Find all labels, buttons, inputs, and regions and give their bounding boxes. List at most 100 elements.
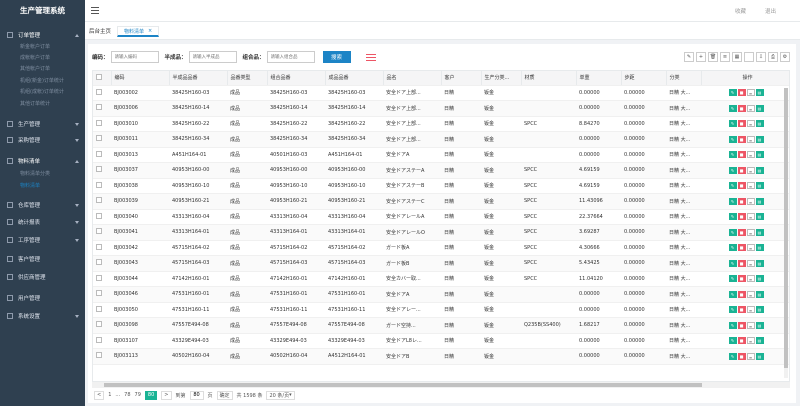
column-header[interactable]: 单重 (576, 71, 622, 86)
next-page-button[interactable]: > (161, 390, 172, 400)
table-row[interactable]: BJ003050 47531H160-11 成品 47531H160-11 47531H… (93, 302, 789, 318)
close-icon[interactable]: × (148, 28, 152, 34)
row-edit-icon[interactable]: ✎ (728, 244, 737, 252)
tab-home[interactable]: 后台主页 (89, 27, 111, 35)
sidebar-subitem[interactable]: 机组(新金)订单统计 (0, 75, 85, 86)
row-checkbox-cell[interactable] (93, 240, 111, 256)
column-header[interactable]: 客户 (441, 71, 482, 86)
row-delete-icon[interactable]: ■ (737, 290, 746, 298)
column-header[interactable]: 品番类型 (227, 71, 268, 86)
row-detail-icon[interactable]: ≡ (746, 228, 755, 236)
page-1[interactable]: 1 (108, 392, 111, 398)
row-edit-icon[interactable]: ✎ (728, 337, 737, 345)
row-edit-icon[interactable]: ✎ (728, 104, 737, 112)
row-detail-icon[interactable]: ≡ (746, 275, 755, 283)
sidebar-subitem[interactable]: 成帐帐户订单 (0, 52, 85, 63)
column-header[interactable]: 组合品番 (267, 71, 326, 86)
goto-page-input[interactable] (189, 390, 204, 400)
column-header[interactable]: 分类 (666, 71, 702, 86)
table-row[interactable]: BJ003040 43313H160-04 成品 43313H160-04 43313H… (93, 209, 789, 225)
table-row[interactable]: BJ003039 40953H160-21 成品 40953H160-21 40953H… (93, 193, 789, 210)
row-delete-icon[interactable]: ■ (737, 337, 746, 345)
row-detail-icon[interactable]: ≡ (746, 151, 755, 159)
delete-icon[interactable]: 🗑 (708, 52, 718, 62)
sidebar-subitem[interactable]: 物料清单 (0, 180, 85, 191)
row-checkbox[interactable] (96, 166, 102, 173)
sidebar-subitem[interactable]: 其他订单统计 (0, 98, 85, 109)
column-header[interactable]: 生产分类... (481, 71, 522, 86)
columns-icon[interactable]: ▦ (732, 52, 742, 62)
column-header[interactable]: 操作 (701, 71, 789, 86)
row-copy-icon[interactable]: ▤ (755, 166, 764, 174)
sidebar-subitem[interactable]: 物料清单分类 (0, 168, 85, 179)
table-row[interactable]: BJ003042 45715H164-02 成品 45715H164-02 45715H… (93, 240, 789, 256)
row-checkbox[interactable] (96, 197, 102, 204)
row-checkbox-cell[interactable] (93, 193, 111, 210)
row-delete-icon[interactable]: ■ (737, 352, 746, 360)
column-header[interactable]: 成品品番 (325, 71, 384, 86)
sidebar-subitem[interactable]: 机组(成帐)订单统计 (0, 86, 85, 97)
sidebar-item[interactable]: 系统设置 (0, 310, 85, 322)
row-detail-icon[interactable]: ≡ (746, 259, 755, 267)
table-row[interactable]: BJ003098 47557E494-08 成品 47557E494-08 47557E… (93, 317, 789, 334)
row-edit-icon[interactable]: ✎ (728, 352, 737, 360)
row-checkbox[interactable] (96, 135, 102, 142)
vertical-scrollbar[interactable] (784, 88, 788, 378)
row-copy-icon[interactable]: ▤ (755, 290, 764, 298)
sidebar-item[interactable]: 生产管理 (0, 118, 85, 130)
row-checkbox-cell[interactable] (93, 348, 111, 365)
row-edit-icon[interactable]: ✎ (728, 120, 737, 128)
row-detail-icon[interactable]: ≡ (746, 213, 755, 221)
row-checkbox[interactable] (96, 104, 102, 111)
row-copy-icon[interactable]: ▤ (755, 259, 764, 267)
row-copy-icon[interactable]: ▤ (755, 337, 764, 345)
confirm-button[interactable]: 确定 (216, 390, 233, 400)
row-checkbox-cell[interactable] (93, 147, 111, 163)
row-detail-icon[interactable]: ≡ (746, 337, 755, 345)
row-copy-icon[interactable]: ▤ (755, 182, 764, 190)
more-menu-icon[interactable] (366, 54, 376, 61)
row-copy-icon[interactable]: ▤ (755, 197, 764, 205)
select-all-checkbox-cell[interactable] (93, 71, 112, 86)
row-checkbox[interactable] (96, 150, 102, 157)
sidebar-item[interactable]: 仓库管理 (0, 199, 85, 211)
row-detail-icon[interactable]: ≡ (746, 197, 755, 205)
column-header[interactable]: 步距 (621, 71, 667, 86)
add-icon[interactable]: + (696, 52, 706, 62)
table-row[interactable]: BJ003002 38425H160-03 成品 38425H160-03 38425H… (93, 85, 789, 101)
row-detail-icon[interactable]: ≡ (746, 104, 755, 112)
search-button[interactable]: 搜索 (322, 51, 351, 63)
horizontal-scrollbar[interactable] (92, 382, 790, 388)
row-delete-icon[interactable]: ■ (737, 166, 746, 174)
row-copy-icon[interactable]: ▤ (755, 104, 764, 112)
code-input[interactable] (110, 51, 159, 63)
row-checkbox-cell[interactable] (93, 116, 111, 132)
row-copy-icon[interactable]: ▤ (755, 321, 764, 329)
row-edit-icon[interactable]: ✎ (728, 151, 737, 159)
row-checkbox-cell[interactable] (93, 333, 111, 349)
blank-icon[interactable] (744, 52, 754, 62)
row-checkbox-cell[interactable] (93, 302, 111, 318)
row-delete-icon[interactable]: ■ (737, 120, 746, 128)
row-copy-icon[interactable]: ▤ (755, 89, 764, 97)
row-checkbox-cell[interactable] (93, 131, 111, 148)
table-row[interactable]: BJ003044 47142H160-01 成品 47142H160-01 47142H… (93, 271, 789, 287)
prev-page-button[interactable]: < (94, 390, 105, 400)
page-size-select[interactable]: 20 条/页 ▾ (266, 390, 295, 400)
row-checkbox[interactable] (96, 259, 102, 266)
column-header[interactable]: 材质 (521, 71, 577, 86)
row-checkbox[interactable] (96, 119, 102, 126)
row-checkbox-cell[interactable] (93, 209, 111, 225)
row-detail-icon[interactable]: ≡ (746, 89, 755, 97)
row-detail-icon[interactable]: ≡ (746, 352, 755, 360)
table-row[interactable]: BJ003011 38425H160-34 成品 38425H160-34 38425H… (93, 131, 789, 148)
row-detail-icon[interactable]: ≡ (746, 244, 755, 252)
row-detail-icon[interactable]: ≡ (746, 135, 755, 143)
row-checkbox[interactable] (96, 88, 102, 95)
row-delete-icon[interactable]: ■ (737, 259, 746, 267)
row-checkbox[interactable] (96, 274, 102, 281)
row-detail-icon[interactable]: ≡ (746, 120, 755, 128)
row-delete-icon[interactable]: ■ (737, 151, 746, 159)
row-checkbox[interactable] (96, 243, 102, 250)
row-copy-icon[interactable]: ▤ (755, 135, 764, 143)
